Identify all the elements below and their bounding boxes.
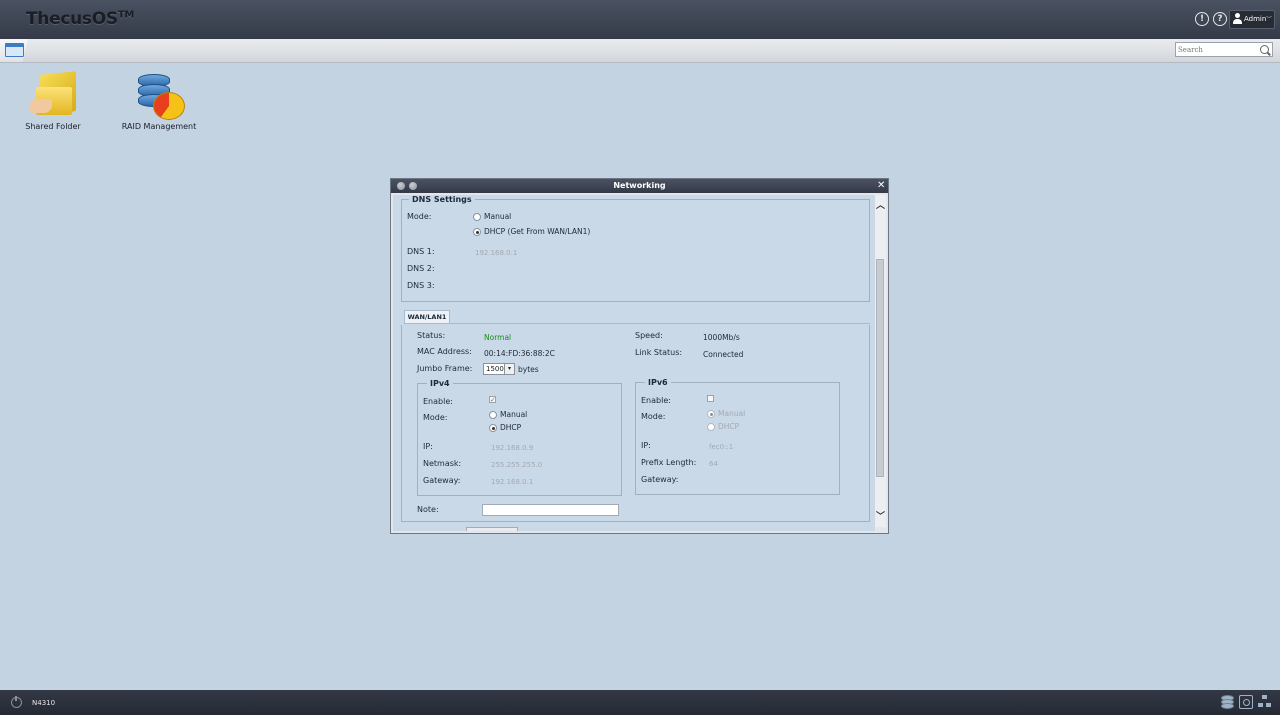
taskbar: N4310 <box>0 690 1280 715</box>
ipv4-mode-dhcp-label[interactable]: DHCP <box>500 423 521 432</box>
raid-management-label[interactable]: RAID Management <box>120 122 198 131</box>
dns-mode-dhcp-radio[interactable] <box>473 228 481 236</box>
dns-settings-legend: DNS Settings <box>409 195 475 204</box>
jumbo-frame-select[interactable]: 1500 ▾ <box>483 363 515 375</box>
jumbo-frame-value: 1500 <box>486 365 504 373</box>
window-titlebar[interactable]: Networking ✕ <box>391 179 888 193</box>
speed-value: 1000Mb/s <box>703 333 740 342</box>
jumbo-frame-label: Jumbo Frame: <box>417 364 473 373</box>
dns2-label: DNS 2: <box>407 264 435 273</box>
ipv4-gateway-label: Gateway: <box>423 476 461 485</box>
disk-icon[interactable] <box>1239 695 1253 709</box>
ipv4-netmask-field[interactable]: 255.255.255.0 <box>491 461 542 469</box>
ipv4-mode-dhcp-radio[interactable] <box>489 424 497 432</box>
dns-mode-dhcp-label[interactable]: DHCP (Get From WAN/LAN1) <box>484 227 590 236</box>
ipv6-mode-manual-label[interactable]: Manual <box>718 409 745 418</box>
chevron-down-icon: ﹀ <box>1266 16 1273 23</box>
ipv6-legend: IPv6 <box>645 378 671 387</box>
device-model: N4310 <box>32 699 56 707</box>
ipv4-enable-checkbox[interactable]: ✓ <box>489 396 496 404</box>
link-status-value: Connected <box>703 350 744 359</box>
status-label: Status: <box>417 331 446 340</box>
dns-mode-manual-label[interactable]: Manual <box>484 212 511 221</box>
ipv6-enable-checkbox[interactable] <box>707 395 714 402</box>
ipv6-ip-field[interactable]: fec0::1 <box>709 443 733 451</box>
minimize-button[interactable] <box>397 182 405 190</box>
ipv6-mode-dhcp-radio[interactable] <box>707 423 715 431</box>
storage-icon[interactable] <box>1220 695 1234 709</box>
ipv6-mode-manual-radio[interactable] <box>707 410 715 418</box>
ipv6-enable-label: Enable: <box>641 396 671 405</box>
ipv6-mode-dhcp-label[interactable]: DHCP <box>718 422 739 431</box>
tab-wan-lan1[interactable]: WAN/LAN1 <box>404 310 450 323</box>
status-value: Normal <box>484 333 512 342</box>
desktop-tab[interactable] <box>0 39 28 62</box>
ipv4-ip-field[interactable]: 192.168.0.9 <box>491 444 533 452</box>
power-icon[interactable] <box>11 696 22 708</box>
networking-window: Networking ✕ DNS Settings Mode: Manual D… <box>390 178 889 534</box>
dns-settings-group <box>401 199 870 302</box>
ipv4-mode-label: Mode: <box>423 413 448 422</box>
app-logo: ThecusOSTM <box>26 9 135 29</box>
scroll-down-icon[interactable]: ﹀ <box>876 513 885 522</box>
search-icon[interactable] <box>1260 45 1269 54</box>
chevron-down-icon[interactable]: ▾ <box>504 364 514 374</box>
ipv6-ip-label: IP: <box>641 441 651 450</box>
raid-management-icon[interactable] <box>136 74 186 120</box>
dns3-label: DNS 3: <box>407 281 435 290</box>
shared-folder-icon[interactable] <box>30 71 78 117</box>
ipv4-ip-label: IP: <box>423 442 433 451</box>
ipv4-gateway-field[interactable]: 192.168.0.1 <box>491 478 533 486</box>
speed-label: Speed: <box>635 331 663 340</box>
ipv6-gateway-label: Gateway: <box>641 475 679 484</box>
close-icon[interactable]: ✕ <box>877 180 885 192</box>
toolbar <box>0 39 1280 63</box>
window-body: DNS Settings Mode: Manual DHCP (Get From… <box>393 195 875 531</box>
ipv4-enable-label: Enable: <box>423 397 453 406</box>
dns-mode-label: Mode: <box>407 212 432 221</box>
jumbo-frame-unit: bytes <box>518 365 539 374</box>
user-menu-button[interactable]: Admin ﹀ <box>1229 10 1275 29</box>
ipv4-legend: IPv4 <box>427 379 453 388</box>
ipv4-netmask-label: Netmask: <box>423 459 462 468</box>
note-input[interactable] <box>482 504 619 516</box>
scrollbar-thumb[interactable] <box>876 259 884 477</box>
ipv4-mode-manual-label[interactable]: Manual <box>500 410 527 419</box>
note-label: Note: <box>417 505 439 514</box>
dns1-field[interactable]: 192.168.0.1 <box>475 249 517 257</box>
scroll-up-icon[interactable]: ︿ <box>876 202 885 211</box>
window-scrollbar[interactable]: ︿ ﹀ <box>875 195 886 527</box>
dns-mode-manual-radio[interactable] <box>473 213 481 221</box>
mac-address-label: MAC Address: <box>417 347 472 356</box>
search-box[interactable] <box>1175 42 1273 57</box>
dns1-label: DNS 1: <box>407 247 435 256</box>
user-name: Admin <box>1244 15 1267 23</box>
ipv6-prefix-field[interactable]: 64 <box>709 460 718 468</box>
help-icon[interactable]: ? <box>1213 12 1227 26</box>
ipv6-mode-label: Mode: <box>641 412 666 421</box>
search-input[interactable] <box>1178 44 1258 55</box>
network-icon[interactable] <box>1258 695 1272 709</box>
ipv6-prefix-label: Prefix Length: <box>641 458 697 467</box>
shared-folder-label[interactable]: Shared Folder <box>18 122 88 131</box>
user-icon <box>1233 13 1242 25</box>
top-bar: ThecusOSTM ! ? Admin ﹀ <box>0 0 1280 39</box>
link-status-label: Link Status: <box>635 348 683 357</box>
alert-icon[interactable]: ! <box>1195 12 1209 26</box>
desktop-icon <box>5 43 24 57</box>
apply-button-edge[interactable] <box>466 527 518 531</box>
window-title: Networking <box>613 181 666 190</box>
mac-address-value: 00:14:FD:36:88:2C <box>484 349 555 358</box>
maximize-button[interactable] <box>409 182 417 190</box>
ipv4-mode-manual-radio[interactable] <box>489 411 497 419</box>
tab-divider <box>404 323 870 324</box>
